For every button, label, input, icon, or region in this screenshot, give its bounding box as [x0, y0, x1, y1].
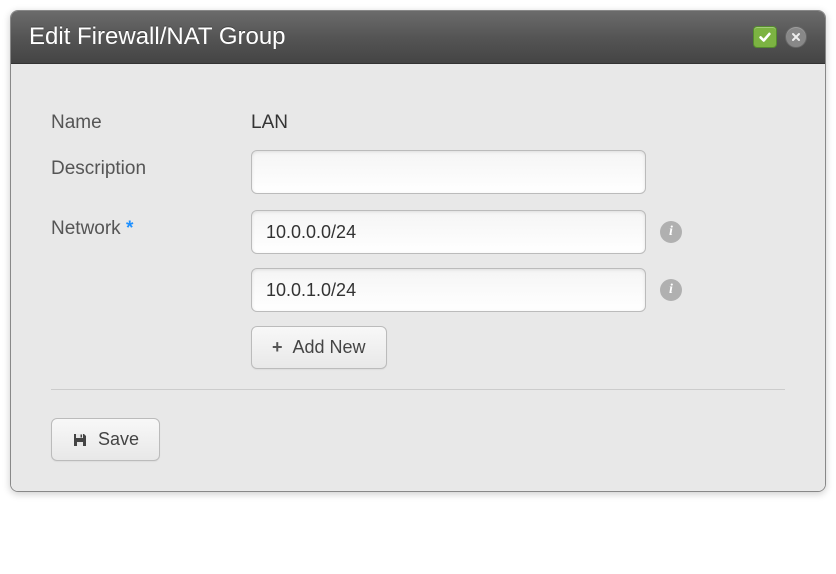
add-new-label: Add New	[293, 337, 366, 358]
add-new-wrapper: + Add New	[251, 326, 682, 369]
save-button[interactable]: Save	[51, 418, 160, 461]
add-new-button[interactable]: + Add New	[251, 326, 387, 369]
required-mark: *	[126, 218, 133, 239]
checkmark-icon	[758, 30, 772, 44]
name-row: Name LAN	[51, 104, 785, 134]
network-input[interactable]	[251, 210, 646, 254]
name-label: Name	[51, 104, 251, 134]
network-entry: i	[251, 210, 682, 254]
network-fields: i i + Add New	[251, 210, 682, 369]
description-label: Description	[51, 150, 251, 180]
info-icon[interactable]: i	[660, 279, 682, 301]
network-label-text: Network	[51, 218, 121, 239]
description-row: Description	[51, 150, 785, 194]
plus-icon: +	[272, 337, 283, 358]
confirm-button[interactable]	[753, 26, 777, 48]
description-input[interactable]	[251, 150, 646, 194]
save-icon	[72, 432, 88, 448]
network-label: Network *	[51, 210, 251, 240]
network-entry: i	[251, 268, 682, 312]
dialog-body: Name LAN Description Network * i i	[11, 64, 825, 491]
info-icon[interactable]: i	[660, 221, 682, 243]
network-input[interactable]	[251, 268, 646, 312]
divider	[51, 389, 785, 390]
name-value: LAN	[251, 104, 288, 134]
edit-firewall-nat-group-dialog: Edit Firewall/NAT Group Name LAN Descrip…	[10, 10, 826, 492]
dialog-title: Edit Firewall/NAT Group	[29, 23, 286, 51]
dialog-header: Edit Firewall/NAT Group	[11, 11, 825, 64]
close-button[interactable]	[785, 26, 807, 48]
network-row: Network * i i + Add New	[51, 210, 785, 369]
header-actions	[753, 26, 807, 48]
close-icon	[791, 32, 801, 42]
save-label: Save	[98, 429, 139, 450]
